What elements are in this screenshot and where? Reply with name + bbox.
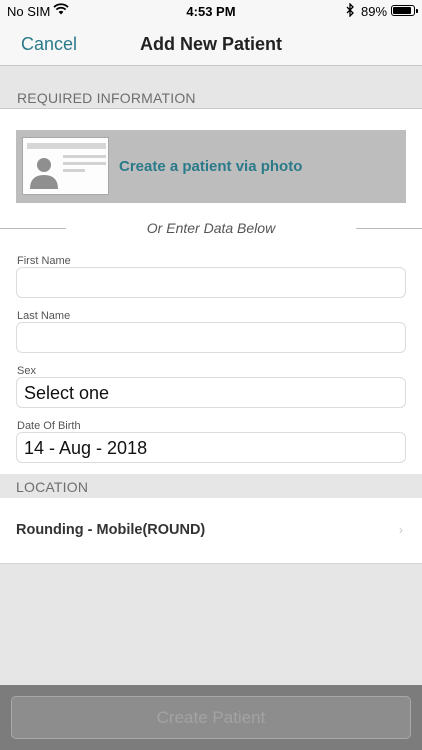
last-name-input[interactable]: [24, 328, 405, 352]
date-of-birth-label: Date Of Birth: [17, 420, 81, 432]
battery-percent: 89%: [361, 4, 388, 19]
footer-bar: Create Patient: [0, 685, 422, 750]
bluetooth-icon: [346, 2, 355, 20]
date-of-birth-picker[interactable]: 14 - Aug - 2018: [16, 432, 406, 463]
create-patient-button[interactable]: Create Patient: [11, 696, 411, 739]
last-name-field[interactable]: [16, 322, 406, 353]
chevron-right-icon: ›: [399, 523, 403, 537]
location-value: Rounding - Mobile(ROUND): [16, 522, 206, 538]
patient-form: Create a patient via photo Or Enter Data…: [0, 109, 422, 474]
or-enter-divider: Or Enter Data Below: [0, 219, 422, 239]
first-name-label: First Name: [17, 255, 71, 267]
location-selector[interactable]: Rounding - Mobile(ROUND) ›: [0, 498, 422, 564]
page-title: Add New Patient: [139, 34, 282, 54]
battery-icon: [391, 5, 418, 16]
sex-label: Sex: [17, 365, 36, 377]
sex-select[interactable]: Select one: [16, 377, 406, 408]
section-header-required: REQUIRED INFORMATION: [0, 67, 422, 109]
sex-value: Select one: [24, 383, 110, 403]
create-via-photo-button[interactable]: Create a patient via photo: [16, 130, 406, 203]
last-name-label: Last Name: [17, 310, 71, 322]
section-header-location: LOCATION: [0, 474, 422, 498]
clock: 4:53 PM: [186, 4, 236, 19]
navigation-bar: Cancel Add New Patient: [0, 22, 422, 66]
status-bar: No SIM 4:53 PM 89%: [0, 0, 422, 22]
date-of-birth-value: 14 - Aug - 2018: [24, 438, 148, 458]
first-name-field[interactable]: [16, 267, 406, 298]
create-via-photo-label: Create a patient via photo: [119, 158, 303, 175]
first-name-input[interactable]: [24, 273, 405, 297]
id-card-icon: [22, 137, 109, 195]
